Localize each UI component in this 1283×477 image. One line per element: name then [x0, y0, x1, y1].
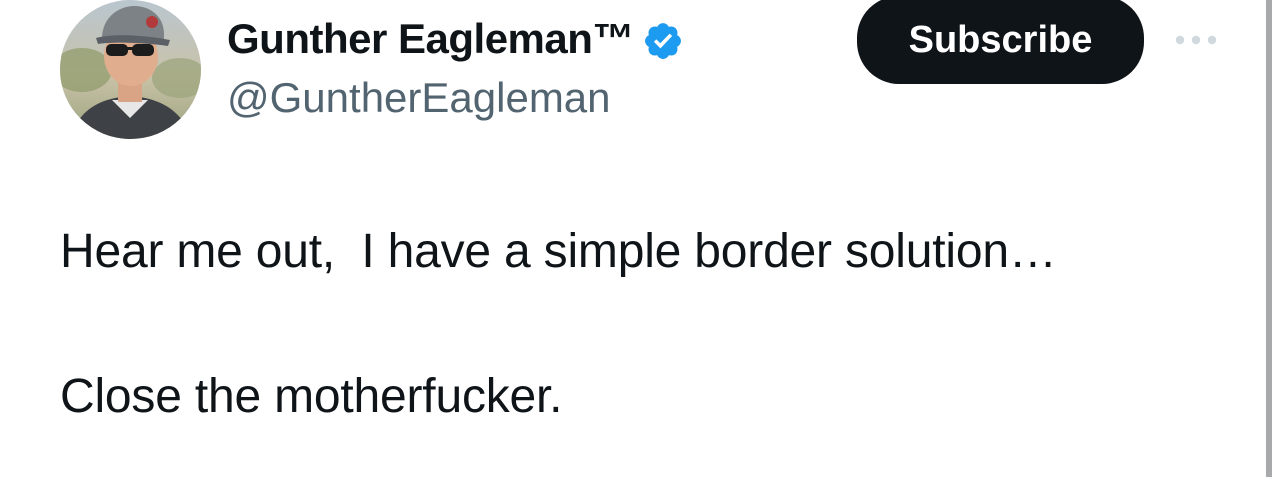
more-horizontal-icon[interactable]: [1172, 30, 1220, 50]
author-name-row: Gunther Eagleman™: [227, 12, 684, 66]
avatar[interactable]: [60, 0, 201, 139]
avatar-photo: [60, 0, 201, 139]
tweet-text-line: Hear me out, I have a simple border solu…: [60, 225, 1057, 278]
verified-badge-icon: [642, 20, 684, 62]
subscribe-button[interactable]: Subscribe: [857, 0, 1144, 84]
tweet-text-line: Close the motherfucker.: [60, 370, 563, 423]
author-display-name[interactable]: Gunther Eagleman™: [227, 15, 634, 63]
author-handle[interactable]: @GuntherEagleman: [227, 74, 611, 122]
tweet: Gunther Eagleman™ @GuntherEagleman Subsc…: [0, 0, 1283, 477]
scrollbar[interactable]: [1266, 0, 1272, 477]
